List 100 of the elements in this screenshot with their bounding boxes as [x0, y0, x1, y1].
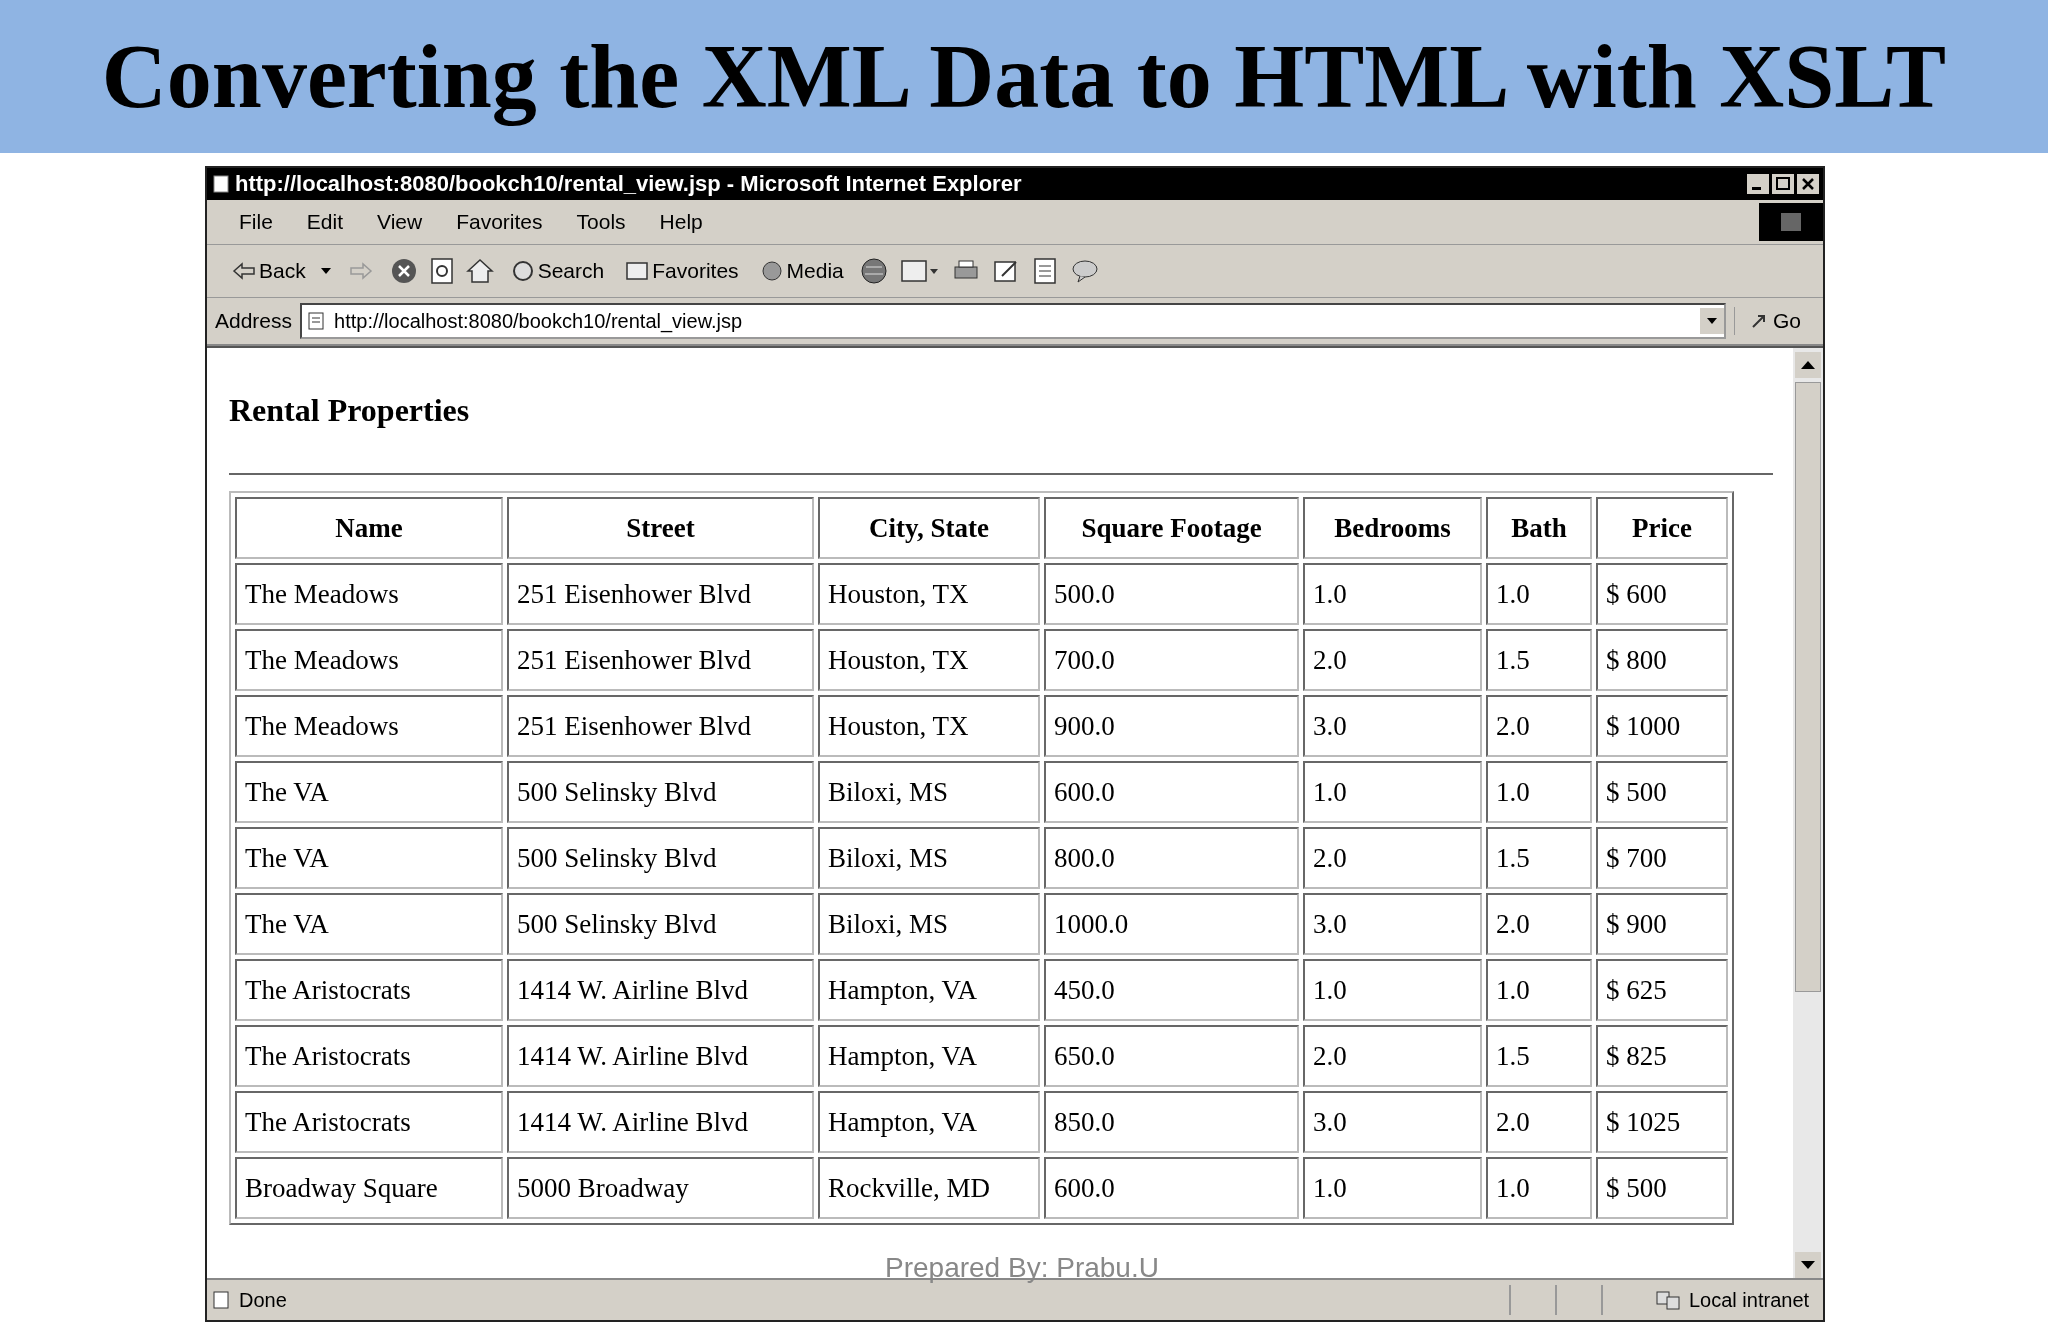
home-icon[interactable]	[465, 258, 494, 284]
network-icon	[1655, 1289, 1681, 1311]
table-cell: The Aristocrats	[235, 1025, 503, 1087]
table-cell: 1414 W. Airline Blvd	[507, 1091, 814, 1153]
back-button[interactable]: Back	[227, 257, 336, 285]
table-cell: 2.0	[1303, 1025, 1482, 1087]
page-icon	[211, 1290, 231, 1310]
mail-icon[interactable]	[899, 257, 940, 285]
table-cell: 600.0	[1044, 761, 1299, 823]
edit-icon[interactable]	[991, 258, 1020, 284]
stop-icon[interactable]	[389, 257, 418, 285]
table-cell: 500.0	[1044, 563, 1299, 625]
menu-item[interactable]: Tools	[564, 210, 638, 234]
speech-bubble-icon[interactable]	[1069, 258, 1100, 284]
table-cell: The Meadows	[235, 629, 503, 691]
minimize-icon[interactable]	[1747, 174, 1769, 194]
table-cell: 1.0	[1303, 563, 1482, 625]
table-cell: The VA	[235, 761, 503, 823]
document-icon[interactable]	[1031, 257, 1058, 285]
scrollbar[interactable]	[1793, 348, 1823, 1278]
table-cell: 5000 Broadway	[507, 1157, 814, 1219]
table-cell: 600.0	[1044, 1157, 1299, 1219]
table-cell: Biloxi, MS	[818, 893, 1040, 955]
column-header: Bedrooms	[1303, 497, 1482, 559]
page-icon	[306, 311, 327, 331]
table-cell: 2.0	[1303, 827, 1482, 889]
column-header: Bath	[1486, 497, 1592, 559]
media-button[interactable]: Media	[754, 257, 848, 285]
dropdown-icon[interactable]	[1700, 308, 1724, 334]
favorites-button[interactable]: Favorites	[620, 257, 743, 285]
table-cell: 1.0	[1486, 1157, 1592, 1219]
column-header: Name	[235, 497, 503, 559]
address-label: Address	[215, 309, 293, 333]
slide-title: Converting the XML Data to HTML with XSLT	[101, 26, 1947, 128]
table-cell: 1414 W. Airline Blvd	[507, 959, 814, 1021]
maximize-icon[interactable]	[1772, 174, 1794, 194]
go-button[interactable]: Go	[1734, 307, 1815, 335]
table-cell: 1.0	[1303, 761, 1482, 823]
table-cell: The VA	[235, 893, 503, 955]
table-cell: $ 1000	[1596, 695, 1728, 757]
table-cell: The VA	[235, 827, 503, 889]
table-cell: Rockville, MD	[818, 1157, 1040, 1219]
table-cell: 1414 W. Airline Blvd	[507, 1025, 814, 1087]
globe-icon[interactable]	[859, 257, 888, 285]
table-cell: 2.0	[1486, 695, 1592, 757]
zone-text: Local intranet	[1689, 1288, 1811, 1312]
table-cell: 1.0	[1303, 1157, 1482, 1219]
table-cell: 700.0	[1044, 629, 1299, 691]
table-cell: The Aristocrats	[235, 1091, 503, 1153]
table-cell: 3.0	[1303, 1091, 1482, 1153]
table-cell: 800.0	[1044, 827, 1299, 889]
table-cell: Houston, TX	[818, 695, 1040, 757]
address-field[interactable]: http://localhost:8080/bookch10/rental_view.jsp	[300, 303, 1726, 339]
table-cell: 251 Eisenhower Blvd	[507, 563, 814, 625]
page-heading: Rental Properties	[229, 392, 471, 429]
table-cell: $ 800	[1596, 629, 1728, 691]
table-cell: 3.0	[1303, 695, 1482, 757]
table-cell: 1000.0	[1044, 893, 1299, 955]
menu-item[interactable]: Favorites	[444, 210, 555, 234]
table-cell: 900.0	[1044, 695, 1299, 757]
table-cell: 500 Selinsky Blvd	[507, 827, 814, 889]
scroll-down-icon[interactable]	[1795, 1252, 1821, 1278]
table-cell: Hampton, VA	[818, 1091, 1040, 1153]
table-cell: $ 1025	[1596, 1091, 1728, 1153]
table-cell: Houston, TX	[818, 563, 1040, 625]
table-cell: Broadway Square	[235, 1157, 503, 1219]
table-cell: The Meadows	[235, 563, 503, 625]
status-text: Done	[239, 1288, 287, 1312]
table-cell: $ 900	[1596, 893, 1728, 955]
refresh-icon[interactable]	[429, 257, 454, 285]
menu-item[interactable]: Edit	[294, 210, 356, 234]
table-cell: 850.0	[1044, 1091, 1299, 1153]
menu-item[interactable]: View	[365, 210, 435, 234]
table-cell: 1.5	[1486, 629, 1592, 691]
table-cell: The Aristocrats	[235, 959, 503, 1021]
column-header: Street	[507, 497, 814, 559]
table-cell: 2.0	[1303, 629, 1482, 691]
window-title: http://localhost:8080/bookch10/rental_view.jsp - Microsoft Internet Explorer	[235, 171, 1023, 197]
caret-icon[interactable]	[319, 266, 332, 276]
scroll-up-icon[interactable]	[1795, 352, 1821, 378]
table-cell: 650.0	[1044, 1025, 1299, 1087]
column-header: Price	[1596, 497, 1728, 559]
table-cell: Biloxi, MS	[818, 827, 1040, 889]
table-cell: 500 Selinsky Blvd	[507, 761, 814, 823]
table-cell: $ 500	[1596, 1157, 1728, 1219]
table-cell: 500 Selinsky Blvd	[507, 893, 814, 955]
table-cell: 3.0	[1303, 893, 1482, 955]
table-cell: $ 700	[1596, 827, 1728, 889]
table-cell: $ 600	[1596, 563, 1728, 625]
table-cell: 1.0	[1486, 761, 1592, 823]
menu-item[interactable]: File	[227, 210, 285, 234]
search-button[interactable]: Search	[505, 257, 609, 285]
close-icon[interactable]	[1797, 174, 1819, 194]
table-cell: 1.0	[1486, 563, 1592, 625]
table-cell: Hampton, VA	[818, 959, 1040, 1021]
footer-text: Prepared By: Prabu.U	[885, 1252, 1159, 1284]
table-cell: The Meadows	[235, 695, 503, 757]
table-cell: Hampton, VA	[818, 1025, 1040, 1087]
table-cell: $ 500	[1596, 761, 1728, 823]
menu-item[interactable]: Help	[647, 210, 715, 234]
